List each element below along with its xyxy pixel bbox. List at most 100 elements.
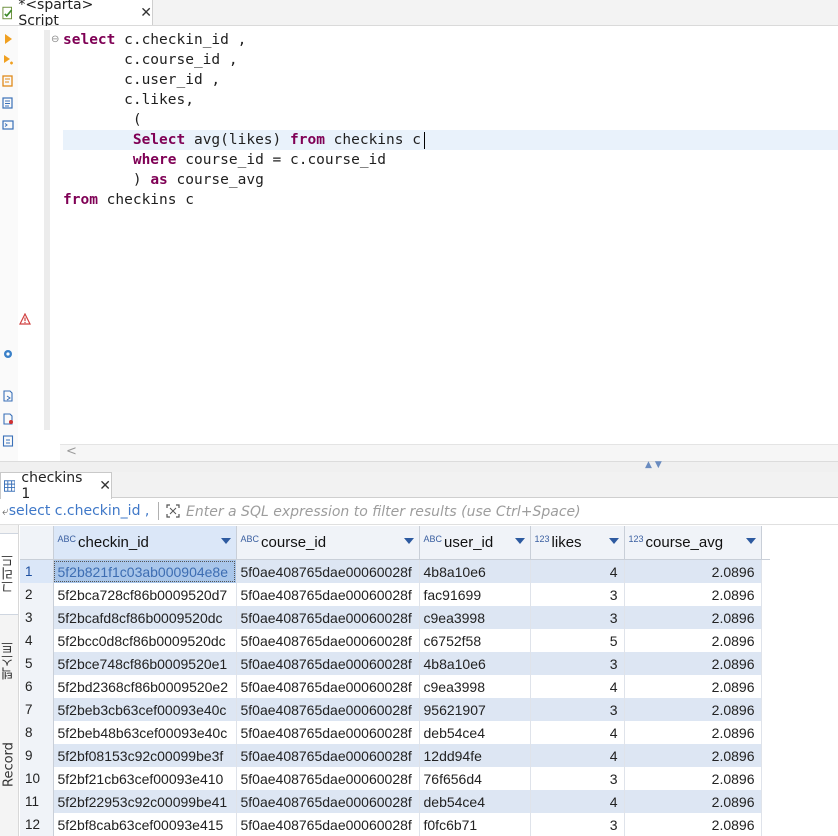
table-row[interactable]: 11 5f2bf22953c92c00099be41 5f0ae408765dae0… [20,790,770,813]
row-number[interactable]: 10 [20,767,54,790]
cell-user-id[interactable]: c6752f58 [419,629,531,652]
cell-user-id[interactable]: 4b8a10e6 [419,652,531,675]
cell-user-id[interactable]: 76f656d4 [419,767,531,790]
fold-icon[interactable]: ⊖ [51,34,59,45]
cell-course-avg[interactable]: 2.0896 [624,629,762,652]
cell-user-id[interactable]: c9ea3998 [419,606,531,629]
cell-course-avg[interactable]: 2.0896 [624,744,762,767]
code-line[interactable]: c.likes, [63,90,194,110]
cell-course-avg[interactable]: 2.0896 [624,606,762,629]
code-line[interactable]: Select avg(likes) from checkins c [63,130,421,150]
cell-course-avg[interactable]: 2.0896 [624,559,762,583]
row-number[interactable]: 3 [20,606,54,629]
table-row[interactable]: 3 5f2bcafd8cf86b0009520dc 5f0ae408765dae00… [20,606,770,629]
column-header-course_avg[interactable]: 123 course_avg [624,526,762,560]
filter-expand-icon[interactable] [165,503,181,519]
cell-course-id[interactable]: 5f0ae408765dae00060028f [236,744,420,767]
import-file-icon[interactable] [2,435,14,447]
results-tab[interactable]: checkins 1 ✕ [0,470,112,502]
table-row[interactable]: 12 5f2bf8cab63cef00093e415 5f0ae408765dae0… [20,813,770,836]
cell-course-id[interactable]: 5f0ae408765dae00060028f [236,629,420,652]
cell-checkin-id[interactable]: 5f2bf08153c92c00099be3f [53,744,237,767]
sort-dropdown-icon[interactable] [514,538,525,544]
cell-course-avg[interactable]: 2.0896 [624,790,762,813]
cell-checkin-id[interactable]: 5f2bf8cab63cef00093e415 [53,813,237,836]
cell-course-id[interactable]: 5f0ae408765dae00060028f [236,606,420,629]
code-line[interactable]: where course_id = c.course_id [63,150,386,170]
cell-likes[interactable]: 3 [530,583,625,606]
cell-user-id[interactable]: deb54ce4 [419,721,531,744]
filter-input[interactable] [186,501,826,523]
explain-plan-icon[interactable] [2,75,14,87]
settings-icon[interactable] [2,348,14,360]
cell-course-avg[interactable]: 2.0896 [624,652,762,675]
execute-script-icon[interactable] [2,54,14,66]
editor-tab[interactable]: *<sparta> Script ✕ [0,0,153,29]
row-number[interactable]: 9 [20,744,54,767]
results-grid[interactable]: ABC checkin_id ABC course_id ABC user_id 123 li… [20,526,838,836]
export-file-icon[interactable] [2,413,14,425]
row-number[interactable]: 7 [20,698,54,721]
cell-course-id[interactable]: 5f0ae408765dae00060028f [236,652,420,675]
column-header-course_id[interactable]: ABC course_id [236,526,420,560]
cell-checkin-id[interactable]: 5f2bf22953c92c00099be41 [53,790,237,813]
cell-user-id[interactable]: fac91699 [419,583,531,606]
cell-user-id[interactable]: deb54ce4 [419,790,531,813]
grid-view-tab[interactable]: 그리드 [0,533,18,615]
table-row[interactable]: 10 5f2bf21cb63cef00093e410 5f0ae408765dae0… [20,767,770,790]
cell-likes[interactable]: 3 [530,606,625,629]
row-number[interactable]: 2 [20,583,54,606]
cell-user-id[interactable]: 95621907 [419,698,531,721]
cell-course-id[interactable]: 5f0ae408765dae00060028f [236,790,420,813]
table-row[interactable]: 2 5f2bca728cf86b0009520d7 5f0ae408765dae00… [20,583,770,606]
save-file-icon[interactable] [2,390,14,402]
code-line[interactable]: select c.checkin_id , [63,30,246,50]
code-line[interactable]: from checkins c [63,190,194,210]
row-number[interactable]: 1 [20,559,54,583]
filter-query-label[interactable]: ⤶select c.checkin_id , [2,503,149,519]
cell-likes[interactable]: 4 [530,744,625,767]
cell-course-avg[interactable]: 2.0896 [624,698,762,721]
cell-checkin-id[interactable]: 5f2beb48b63cef00093e40c [53,721,237,744]
code-line[interactable]: ( [63,110,142,130]
sort-dropdown-icon[interactable] [745,538,756,544]
cell-likes[interactable]: 4 [530,675,625,698]
code-line[interactable]: c.user_id , [63,70,220,90]
cell-course-avg[interactable]: 2.0896 [624,813,762,836]
row-number[interactable]: 4 [20,629,54,652]
cell-likes[interactable]: 4 [530,559,625,583]
table-row[interactable]: 7 5f2beb3cb63cef00093e40c 5f0ae408765dae00… [20,698,770,721]
table-row[interactable]: 5 5f2bce748cf86b0009520e1 5f0ae408765dae00… [20,652,770,675]
cell-course-id[interactable]: 5f0ae408765dae00060028f [236,813,420,836]
row-number[interactable]: 12 [20,813,54,836]
row-number[interactable]: 6 [20,675,54,698]
text-view-tab[interactable]: 텍스트 [0,621,18,701]
panel-splitter[interactable] [0,461,838,472]
cell-course-id[interactable]: 5f0ae408765dae00060028f [236,559,420,583]
load-file-icon[interactable] [2,97,14,109]
table-row[interactable]: 9 5f2bf08153c92c00099be3f 5f0ae408765dae00… [20,744,770,767]
close-icon[interactable]: ✕ [99,478,111,494]
cell-user-id[interactable]: 12dd94fe [419,744,531,767]
table-row[interactable]: 6 5f2bd2368cf86b0009520e2 5f0ae408765dae00… [20,675,770,698]
scroll-left-icon[interactable]: < [66,444,77,459]
open-console-icon[interactable] [2,119,14,131]
cell-likes[interactable]: 5 [530,629,625,652]
row-number[interactable]: 5 [20,652,54,675]
grid-corner[interactable] [20,526,54,560]
cell-user-id[interactable]: f0fc6b71 [419,813,531,836]
table-row[interactable]: 4 5f2bcc0d8cf86b0009520dc 5f0ae408765dae00… [20,629,770,652]
cell-checkin-id[interactable]: 5f2beb3cb63cef00093e40c [53,698,237,721]
column-header-likes[interactable]: 123 likes [530,526,625,560]
table-row[interactable]: 8 5f2beb48b63cef00093e40c 5f0ae408765dae00… [20,721,770,744]
cell-course-avg[interactable]: 2.0896 [624,767,762,790]
cell-likes[interactable]: 3 [530,698,625,721]
cell-likes[interactable]: 3 [530,652,625,675]
cell-course-id[interactable]: 5f0ae408765dae00060028f [236,583,420,606]
cell-checkin-id[interactable]: 5f2bf21cb63cef00093e410 [53,767,237,790]
record-view-tab[interactable]: Record [0,725,18,805]
cell-checkin-id[interactable]: 5f2bcc0d8cf86b0009520dc [53,629,237,652]
code-line[interactable]: ) as course_avg [63,170,264,190]
cell-likes[interactable]: 4 [530,790,625,813]
code-line[interactable]: c.course_id , [63,50,238,70]
